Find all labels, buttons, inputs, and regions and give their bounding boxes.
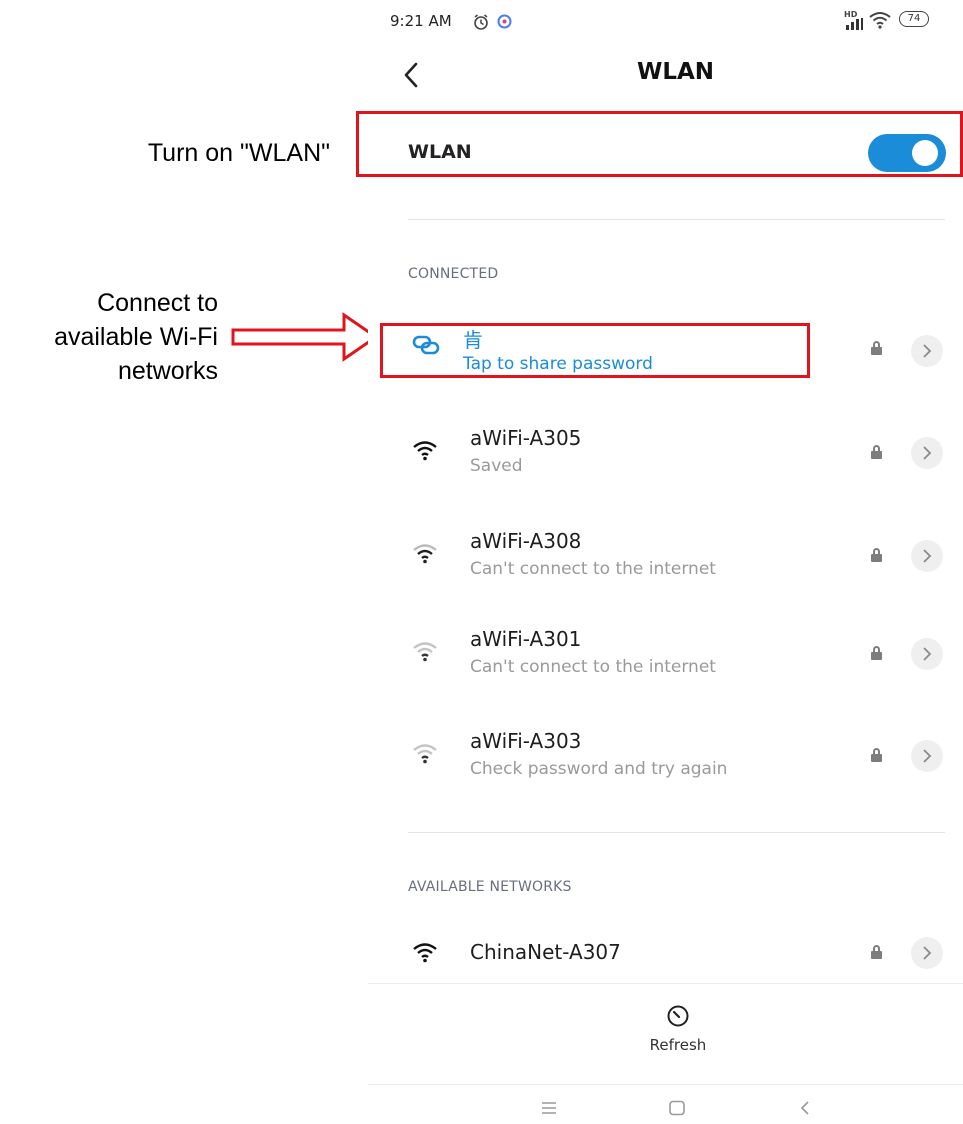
network-name: aWiFi-A303 bbox=[470, 729, 582, 753]
chevron-right-icon bbox=[923, 946, 932, 960]
network-status: Saved bbox=[470, 456, 523, 476]
chevron-right-icon bbox=[923, 749, 932, 763]
network-status: Check password and try again bbox=[470, 759, 728, 779]
annotation-turn-on-wlan: Turn on "WLAN" bbox=[147, 139, 330, 167]
section-title-connected: CONNECTED bbox=[408, 266, 499, 282]
page-title: WLAN bbox=[636, 59, 715, 85]
divider bbox=[368, 983, 963, 984]
lock-icon bbox=[871, 341, 882, 355]
alarm-icon bbox=[474, 14, 488, 30]
lock-icon bbox=[871, 445, 882, 459]
wifi-weak-icon bbox=[413, 744, 437, 764]
chevron-right-icon bbox=[923, 647, 932, 661]
refresh-label: Refresh bbox=[649, 1036, 707, 1054]
divider bbox=[368, 1084, 963, 1085]
wifi-weak-icon bbox=[413, 642, 437, 662]
network-details-button[interactable] bbox=[911, 437, 943, 469]
wifi-status-icon bbox=[869, 12, 891, 29]
highlight-connected-network bbox=[380, 323, 810, 378]
home-nav-icon[interactable] bbox=[668, 1100, 686, 1116]
network-details-button[interactable] bbox=[911, 335, 943, 367]
notification-app-icon bbox=[497, 14, 512, 29]
status-time: 9:21 AM bbox=[390, 12, 452, 30]
network-name: aWiFi-A308 bbox=[470, 529, 582, 553]
network-row-awifi-a303[interactable]: aWiFi-A303 Check password and try again bbox=[368, 727, 963, 787]
network-row-awifi-a301[interactable]: aWiFi-A301 Can't connect to the internet bbox=[368, 625, 963, 685]
network-details-button[interactable] bbox=[911, 937, 943, 969]
lock-icon bbox=[871, 945, 882, 959]
highlight-wlan-row bbox=[356, 111, 963, 177]
annotation-line-3: networks bbox=[117, 357, 218, 385]
lock-icon bbox=[871, 548, 882, 562]
phone-screen: 9:21 AM HD 74 WLAN WLAN CONNECTED 肯 Tap … bbox=[356, 0, 963, 1124]
network-row-awifi-a305[interactable]: aWiFi-A305 Saved bbox=[368, 424, 963, 484]
section-title-available: AVAILABLE NETWORKS bbox=[408, 879, 572, 895]
divider bbox=[408, 832, 945, 833]
annotation-arrow-icon bbox=[231, 312, 379, 362]
divider bbox=[408, 219, 945, 220]
annotation-line-2: available Wi-Fi bbox=[54, 323, 218, 351]
lock-icon bbox=[871, 748, 882, 762]
chevron-right-icon bbox=[923, 549, 932, 563]
battery-icon: 74 bbox=[899, 11, 929, 27]
back-nav-icon[interactable] bbox=[798, 1100, 812, 1116]
network-status: Can't connect to the internet bbox=[470, 559, 716, 579]
network-name: aWiFi-A301 bbox=[470, 627, 582, 651]
network-row-chinanet-a307[interactable]: ChinaNet-A307 bbox=[368, 932, 963, 980]
network-details-button[interactable] bbox=[911, 638, 943, 670]
wifi-medium-icon bbox=[413, 544, 437, 564]
network-details-button[interactable] bbox=[911, 540, 943, 572]
cellular-signal-icon: HD bbox=[844, 10, 866, 30]
annotation-connect-networks: Connect to available Wi-Fi networks bbox=[0, 286, 218, 388]
battery-level: 74 bbox=[907, 13, 921, 24]
network-status: Can't connect to the internet bbox=[470, 657, 716, 677]
lock-icon bbox=[871, 646, 882, 660]
chevron-right-icon bbox=[923, 446, 932, 460]
wifi-strong-icon bbox=[413, 943, 437, 963]
refresh-icon bbox=[667, 1005, 689, 1027]
annotation-line-1: Connect to bbox=[97, 289, 218, 317]
menu-nav-icon[interactable] bbox=[540, 1100, 558, 1116]
chevron-right-icon bbox=[923, 344, 932, 358]
network-name: aWiFi-A305 bbox=[470, 426, 582, 450]
refresh-button[interactable]: Refresh bbox=[618, 998, 738, 1062]
network-row-awifi-a308[interactable]: aWiFi-A308 Can't connect to the internet bbox=[368, 527, 963, 587]
network-name: ChinaNet-A307 bbox=[470, 940, 621, 964]
network-details-button[interactable] bbox=[911, 740, 943, 772]
wifi-strong-icon bbox=[413, 441, 437, 461]
